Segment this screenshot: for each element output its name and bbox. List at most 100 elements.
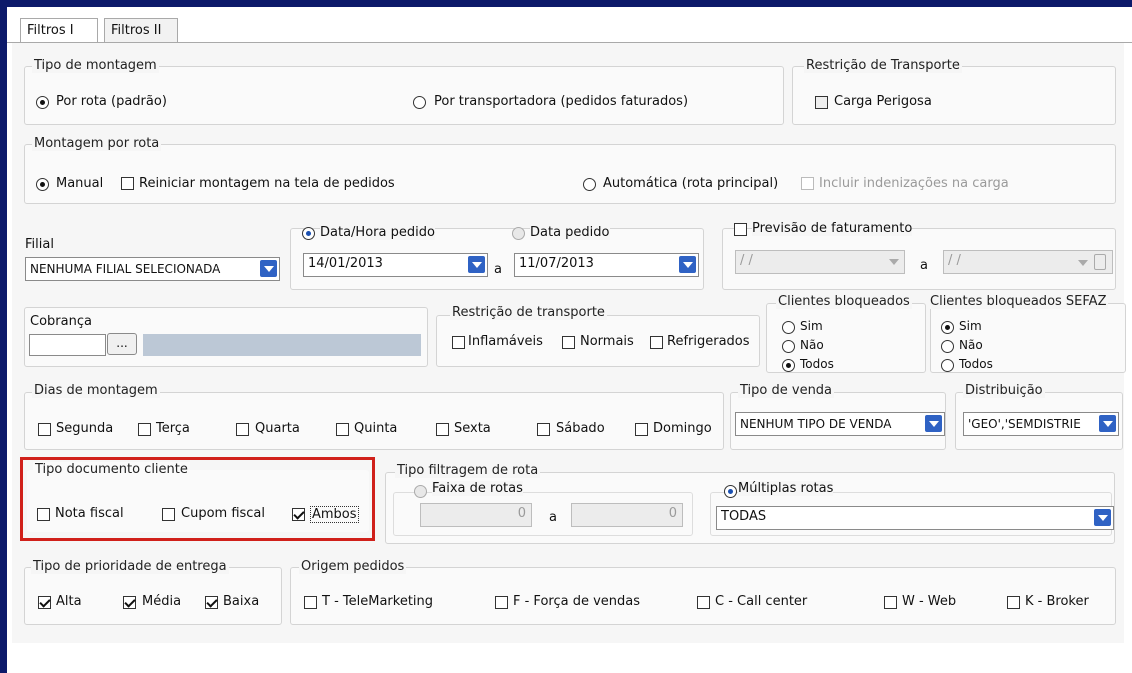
label-manual: Manual bbox=[56, 176, 104, 191]
tipo-venda-title: Tipo de venda bbox=[738, 383, 835, 398]
radio-bloqueados-todos[interactable] bbox=[782, 359, 795, 372]
label-refrigerados: Refrigerados bbox=[667, 334, 750, 349]
checkbox-sexta[interactable] bbox=[436, 423, 449, 436]
label-sabado: Sábado bbox=[556, 421, 605, 436]
faixa-separator: a bbox=[549, 510, 557, 525]
radio-bloqueados-sim[interactable] bbox=[782, 321, 795, 334]
checkbox-quarta[interactable] bbox=[236, 423, 249, 436]
checkbox-baixa[interactable] bbox=[205, 596, 218, 609]
label-por-rota: Por rota (padrão) bbox=[56, 94, 167, 109]
radio-manual[interactable] bbox=[36, 178, 49, 191]
previsao-from-field[interactable]: / / bbox=[735, 250, 905, 274]
distribuicao-title: Distribuição bbox=[963, 383, 1045, 398]
rotas-value: TODAS bbox=[721, 509, 767, 524]
cobranca-code-field[interactable] bbox=[29, 334, 106, 356]
radio-bloqueados-nao[interactable] bbox=[782, 340, 795, 353]
faixa-to-field[interactable]: 0 bbox=[571, 503, 683, 527]
checkbox-forca-vendas[interactable] bbox=[495, 596, 508, 609]
label-reiniciar-montagem: Reiniciar montagem na tela de pedidos bbox=[139, 176, 395, 191]
radio-faixa-rotas[interactable] bbox=[414, 485, 427, 498]
label-quarta: Quarta bbox=[255, 421, 300, 436]
dias-montagem-title: Dias de montagem bbox=[32, 383, 160, 398]
date-from-field[interactable]: 14/01/2013 bbox=[303, 253, 488, 277]
tipo-montagem-title: Tipo de montagem bbox=[32, 58, 159, 73]
checkbox-alta[interactable] bbox=[38, 596, 51, 609]
checkbox-quinta[interactable] bbox=[336, 423, 349, 436]
label-bloqueados-nao: Não bbox=[800, 338, 824, 352]
label-terca: Terça bbox=[156, 421, 190, 436]
date-separator: a bbox=[494, 262, 502, 277]
label-data-pedido: Data pedido bbox=[530, 225, 610, 240]
checkbox-broker[interactable] bbox=[1007, 596, 1020, 609]
label-incluir-indenizacoes: Incluir indenizações na carga bbox=[819, 176, 1009, 191]
label-normais: Normais bbox=[580, 334, 634, 349]
date-to-field[interactable]: 11/07/2013 bbox=[514, 253, 699, 277]
previsao-separator: a bbox=[920, 258, 928, 273]
checkbox-call-center[interactable] bbox=[697, 596, 710, 609]
chevron-down-icon bbox=[1078, 260, 1088, 266]
label-filial: Filial bbox=[25, 237, 54, 252]
date-to-value: 11/07/2013 bbox=[519, 256, 594, 271]
radio-sefaz-sim[interactable] bbox=[941, 321, 954, 334]
checkbox-incluir-indenizacoes[interactable] bbox=[801, 177, 814, 190]
radio-por-transportadora[interactable] bbox=[413, 96, 426, 109]
checkbox-carga-perigosa[interactable] bbox=[815, 96, 828, 109]
label-sexta: Sexta bbox=[454, 421, 491, 436]
window-left-border bbox=[0, 0, 7, 673]
checkbox-web[interactable] bbox=[884, 596, 897, 609]
checkbox-telemarketing[interactable] bbox=[304, 596, 317, 609]
label-faixa-rotas: Faixa de rotas bbox=[432, 481, 523, 496]
chevron-down-icon bbox=[260, 260, 277, 277]
label-quinta: Quinta bbox=[354, 421, 398, 436]
radio-multiplas-rotas[interactable] bbox=[724, 485, 737, 498]
chevron-down-icon bbox=[468, 256, 485, 273]
label-sefaz-sim: Sim bbox=[959, 319, 982, 333]
radio-por-rota[interactable] bbox=[36, 96, 49, 109]
chevron-down-icon bbox=[1099, 415, 1116, 432]
select-distribuicao[interactable]: 'GEO','SEMDISTRIE bbox=[963, 412, 1119, 436]
label-data-hora-pedido: Data/Hora pedido bbox=[320, 225, 435, 240]
chevron-down-icon bbox=[885, 253, 902, 270]
label-broker: K - Broker bbox=[1025, 594, 1089, 609]
label-sefaz-nao: Não bbox=[959, 338, 983, 352]
checkbox-terca[interactable] bbox=[138, 423, 151, 436]
tipo-venda-value: NENHUM TIPO DE VENDA bbox=[740, 417, 892, 431]
select-rotas[interactable]: TODAS bbox=[716, 506, 1114, 530]
label-domingo: Domingo bbox=[653, 421, 712, 436]
checkbox-sabado[interactable] bbox=[537, 423, 550, 436]
date-from-value: 14/01/2013 bbox=[308, 256, 383, 271]
cobranca-search-button[interactable]: ... bbox=[107, 333, 137, 355]
distribuicao-value: 'GEO','SEMDISTRIE bbox=[968, 417, 1081, 431]
highlight-box bbox=[20, 457, 375, 541]
checkbox-normais[interactable] bbox=[562, 336, 575, 349]
label-carga-perigosa: Carga Perigosa bbox=[834, 94, 932, 109]
label-inflamaveis: Inflamáveis bbox=[468, 334, 543, 349]
previsao-to-field[interactable]: / / bbox=[943, 250, 1113, 274]
select-tipo-venda[interactable]: NENHUM TIPO DE VENDA bbox=[735, 412, 945, 436]
radio-automatica[interactable] bbox=[583, 178, 596, 191]
filial-value: NENHUMA FILIAL SELECIONADA bbox=[30, 262, 221, 276]
label-call-center: C - Call center bbox=[715, 594, 808, 609]
tab-filtros-2[interactable]: Filtros II bbox=[104, 18, 178, 42]
checkbox-reiniciar-montagem[interactable] bbox=[121, 177, 134, 190]
radio-data-hora-pedido[interactable] bbox=[302, 227, 315, 240]
radio-data-pedido[interactable] bbox=[512, 227, 525, 240]
label-bloqueados-sim: Sim bbox=[800, 319, 823, 333]
prioridade-title: Tipo de prioridade de entrega bbox=[31, 559, 229, 574]
checkbox-inflamaveis[interactable] bbox=[452, 336, 465, 349]
select-filial[interactable]: NENHUMA FILIAL SELECIONADA bbox=[25, 257, 280, 281]
clientes-sefaz-title: Clientes bloqueados SEFAZ bbox=[928, 294, 1109, 309]
checkbox-media[interactable] bbox=[123, 596, 136, 609]
faixa-from-field[interactable]: 0 bbox=[420, 503, 532, 527]
radio-sefaz-nao[interactable] bbox=[941, 340, 954, 353]
label-automatica: Automática (rota principal) bbox=[603, 176, 779, 191]
checkbox-segunda[interactable] bbox=[38, 423, 51, 436]
tab-filtros-1[interactable]: Filtros I bbox=[20, 18, 98, 43]
restricao-transporte-title: Restrição de transporte bbox=[450, 305, 607, 320]
previsao-from-value: / / bbox=[740, 253, 753, 268]
label-forca-vendas: F - Força de vendas bbox=[513, 594, 641, 609]
checkbox-domingo[interactable] bbox=[635, 423, 648, 436]
checkbox-previsao-faturamento[interactable] bbox=[734, 223, 747, 236]
checkbox-refrigerados[interactable] bbox=[650, 336, 663, 349]
radio-sefaz-todos[interactable] bbox=[941, 359, 954, 372]
